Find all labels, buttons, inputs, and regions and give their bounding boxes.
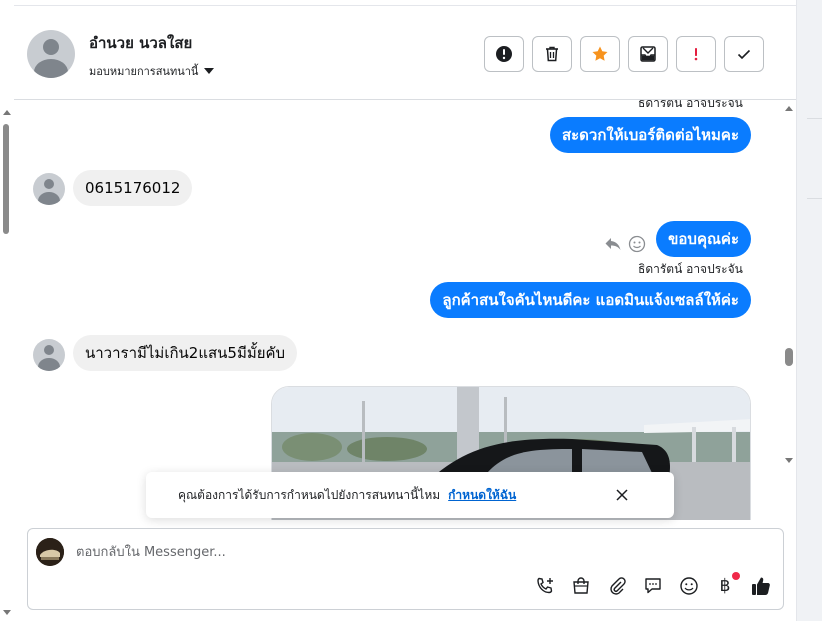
page-avatar [36, 538, 64, 566]
inbox-icon [640, 46, 656, 62]
check-icon [737, 49, 751, 60]
assign-conversation-dropdown[interactable]: มอบหมายการสนทนานี้ [89, 62, 215, 80]
message-hover-tools [604, 235, 646, 253]
incoming-message[interactable]: 0615176012 [73, 170, 193, 206]
star-button[interactable] [580, 36, 620, 72]
chat-scrollbar[interactable] [782, 100, 796, 520]
exclamation-icon [694, 48, 698, 61]
assign-label: มอบหมายการสนทนานี้ [89, 65, 199, 78]
message-list[interactable]: ธิดารัตน์ อาจประจัน สะดวกให้เบอร์ติดต่อไ… [14, 100, 782, 520]
like-button[interactable] [750, 575, 772, 597]
message-sender-label: ธิดารัตน์ อาจประจัน [638, 262, 743, 276]
contact-avatar-small[interactable] [33, 339, 65, 371]
divider [807, 198, 822, 199]
reply-input[interactable] [76, 541, 576, 563]
payment-button[interactable]: ฿ [714, 572, 740, 597]
conversation-header: อำนวย นวลใสย มอบหมายการสนทนานี้ [14, 5, 796, 100]
messenger-conversation-panel: อำนวย นวลใสย มอบหมายการสนทนานี้ ธิดารัตน… [0, 0, 822, 621]
trash-icon [546, 46, 558, 62]
mark-done-button[interactable] [724, 36, 764, 72]
react-smiley-icon[interactable] [628, 235, 646, 253]
message-sender-label: ธิดารัตน์ อาจประจัน [638, 100, 743, 110]
attach-button[interactable] [606, 575, 628, 597]
outgoing-message[interactable]: สะดวกให้เบอร์ติดต่อไหมคะ [549, 117, 751, 153]
phone-plus-icon [537, 577, 553, 594]
notification-dot [732, 572, 740, 580]
toast-message: คุณต้องการได้รับการกำหนดไปยังการสนทนานี้… [178, 487, 441, 502]
star-icon [592, 46, 608, 61]
contact-avatar[interactable] [27, 30, 75, 78]
outgoing-message[interactable]: ลูกค้าสนใจคันไหนดีคะ แอดมินแจ้งเซลล์ให้ค… [430, 282, 751, 318]
shopping-bag-icon [573, 577, 589, 594]
call-add-button[interactable] [534, 575, 556, 597]
shop-button[interactable] [570, 575, 592, 597]
reply-icon[interactable] [604, 236, 622, 252]
left-scrollbar[interactable] [0, 100, 14, 621]
reply-composer: ฿ [27, 528, 784, 610]
outgoing-message[interactable]: ขอบคุณค่ะ [656, 221, 751, 257]
scroll-down-arrow-icon[interactable] [785, 458, 793, 463]
right-page-edge [796, 0, 822, 621]
delete-button[interactable] [532, 36, 572, 72]
move-to-inbox-button[interactable] [628, 36, 668, 72]
composer-toolbar: ฿ [534, 572, 772, 597]
contact-avatar-small[interactable] [33, 173, 65, 205]
contact-name[interactable]: อำนวย นวลใสย [89, 31, 192, 55]
header-actions [484, 36, 764, 72]
report-spam-button[interactable] [484, 36, 524, 72]
scrollbar-thumb[interactable] [3, 124, 9, 234]
scroll-down-arrow-icon[interactable] [3, 610, 11, 615]
incoming-message[interactable]: นาวารามีไม่เกิน2แสน5มีมั้ยคับ [73, 335, 298, 371]
mark-important-button[interactable] [676, 36, 716, 72]
baht-icon: ฿ [719, 576, 731, 596]
scrollbar-thumb[interactable] [785, 348, 793, 366]
divider [807, 118, 822, 119]
scroll-up-arrow-icon[interactable] [785, 106, 793, 111]
chat-bubble-icon [645, 578, 661, 594]
assign-to-me-link[interactable]: กำหนดให้ฉัน [448, 486, 516, 505]
scroll-up-arrow-icon[interactable] [3, 110, 11, 115]
exclamation-circle-icon [496, 46, 512, 62]
thumbs-up-icon [752, 577, 770, 595]
assign-suggestion-toast: คุณต้องการได้รับการกำหนดไปยังการสนทนานี้… [146, 472, 674, 518]
caret-down-icon [204, 68, 215, 74]
paperclip-icon [610, 577, 626, 595]
emoji-button[interactable] [678, 575, 700, 597]
smiley-icon [680, 577, 698, 595]
close-icon[interactable] [614, 487, 630, 503]
saved-replies-button[interactable] [642, 575, 664, 597]
